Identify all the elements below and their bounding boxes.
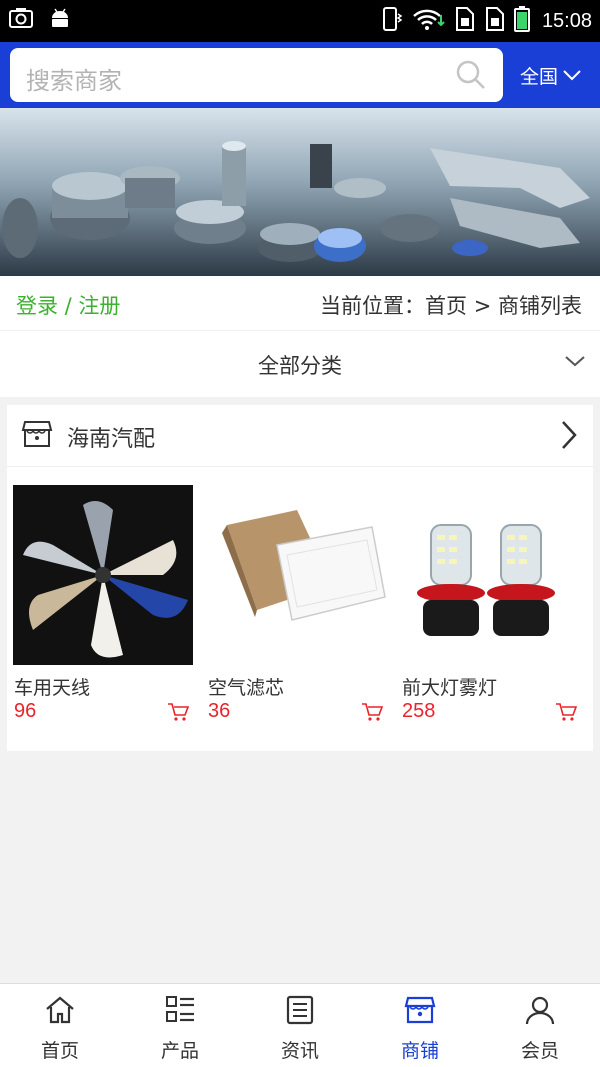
tab-label: 产品 [160, 1040, 199, 1062]
product-name: 空气滤芯 [208, 677, 285, 699]
product-price: 96 [14, 700, 37, 722]
search-header: 搜索商家 全国 [0, 42, 600, 108]
search-icon[interactable] [455, 59, 487, 95]
tab-member[interactable]: 会员 [480, 984, 600, 1067]
store-name: 海南汽配 [67, 427, 156, 452]
cart-icon[interactable] [167, 702, 190, 726]
product-image[interactable] [401, 485, 581, 665]
product-name: 前大灯雾灯 [402, 677, 498, 699]
home-icon [46, 996, 74, 1024]
vibrate-icon [380, 6, 404, 36]
tab-label: 商铺 [400, 1040, 439, 1062]
tab-products[interactable]: 产品 [120, 984, 240, 1067]
product-item[interactable]: 前大灯雾灯 258 [401, 485, 581, 735]
product-list: 车用天线 96 空气滤芯 36 前大灯雾灯 258 [13, 485, 587, 735]
cart-icon[interactable] [555, 702, 578, 726]
category-label: 全部分类 [258, 354, 342, 378]
cart-icon[interactable] [361, 702, 384, 726]
banner-image[interactable] [0, 108, 600, 276]
tab-label: 首页 [40, 1040, 79, 1062]
status-bar: 15:08 [0, 0, 600, 42]
product-price: 258 [402, 700, 436, 722]
product-image[interactable] [207, 485, 387, 665]
product-item[interactable]: 空气滤芯 36 [207, 485, 387, 735]
news-icon [286, 995, 314, 1025]
wifi-icon [412, 7, 446, 35]
store-icon [404, 996, 436, 1024]
search-placeholder: 搜索商家 [26, 67, 122, 95]
region-selector[interactable]: 全国 [520, 62, 582, 89]
tab-home[interactable]: 首页 [0, 984, 120, 1067]
store-icon [21, 418, 53, 454]
chevron-down-icon [562, 65, 582, 87]
bottom-tab-bar: 首页 产品 资讯 商铺 会员 [0, 983, 600, 1067]
grid-list-icon [166, 996, 194, 1022]
user-icon [525, 996, 555, 1025]
region-label: 全国 [520, 66, 559, 88]
store-header[interactable]: 海南汽配 [7, 405, 593, 467]
screenshot-icon [8, 6, 34, 34]
product-price: 36 [208, 700, 231, 722]
store-card: 海南汽配 车用天线 96 空气滤芯 36 前大灯雾灯 258 [7, 405, 593, 751]
tab-label: 资讯 [280, 1040, 319, 1062]
auto-parts-illustration [2, 141, 590, 262]
product-item[interactable]: 车用天线 96 [13, 485, 193, 735]
tab-news[interactable]: 资讯 [240, 984, 360, 1067]
clock: 15:08 [541, 9, 592, 32]
sim2-icon [484, 6, 506, 36]
tab-stores[interactable]: 商铺 [360, 984, 480, 1067]
android-icon [48, 6, 72, 34]
tab-label: 会员 [520, 1040, 559, 1062]
breadcrumb-bar: 登录 / 注册 当前位置：首页 > 商铺列表 [0, 276, 600, 330]
category-dropdown[interactable]: 全部分类 [0, 331, 600, 397]
sim1-icon [454, 6, 476, 36]
breadcrumb: 当前位置：首页 > 商铺列表 [320, 294, 582, 318]
chevron-down-icon [564, 353, 586, 372]
search-input[interactable]: 搜索商家 [10, 48, 503, 102]
product-name: 车用天线 [14, 677, 91, 699]
battery-icon [513, 6, 530, 36]
login-register-link[interactable]: 登录 / 注册 [16, 290, 120, 320]
chevron-right-icon[interactable] [559, 419, 579, 455]
product-image[interactable] [13, 485, 193, 665]
